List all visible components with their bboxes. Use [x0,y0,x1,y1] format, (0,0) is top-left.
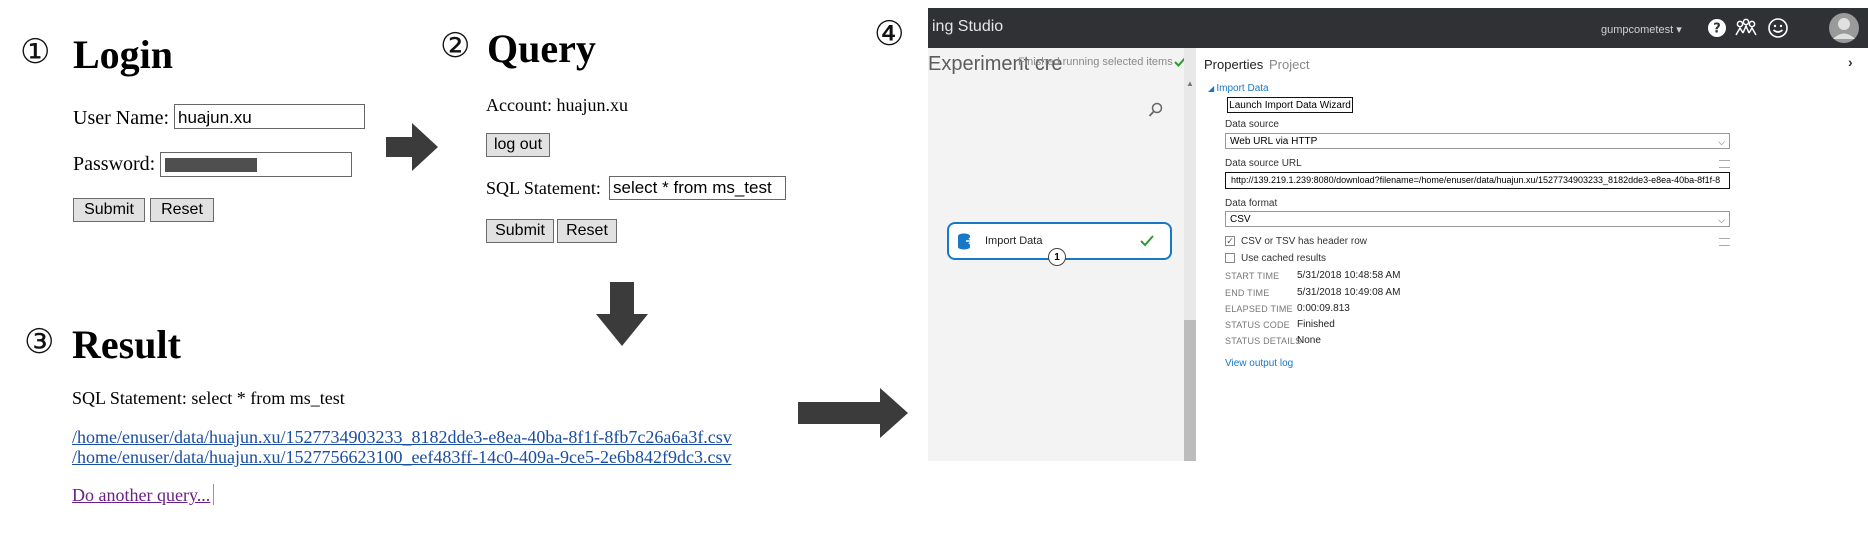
header-row-label: CSV or TSV has header row [1241,236,1367,247]
login-title: Login [73,32,174,77]
result-title: Result [72,322,181,367]
data-format-value: CSV [1230,214,1251,225]
query-reset-button[interactable]: Reset [557,219,617,243]
username-label: User Name: [73,107,170,129]
password-input[interactable] [160,152,352,177]
tab-project[interactable]: Project [1269,57,1309,72]
stat-key-status-code: STATUS CODE [1225,320,1290,330]
chevron-down-icon: ⌵ [1718,215,1725,225]
chevron-down-icon: ⌵ [1718,137,1725,147]
chevron-down-icon: ▾ [1676,24,1682,36]
step-4-number: ④ [874,14,905,54]
tab-properties[interactable]: Properties [1204,57,1263,72]
help-icon[interactable]: ? [1706,17,1728,39]
properties-panel: Properties Project › ◢ Import Data Launc… [1196,48,1868,461]
studio-window: ing Studio gumpcometest ▾ ? Experiment c… [928,8,1868,461]
result-sql-text: SQL Statement: select * from ms_test [72,388,345,408]
section-label: Import Data [1216,83,1269,94]
password-label: Password: [73,153,156,175]
cached-results-checkbox[interactable] [1225,253,1235,263]
collapse-panel-icon[interactable]: › [1848,54,1853,70]
scrollbar-thumb[interactable] [1184,320,1196,461]
module-checkmark-icon [1140,235,1154,247]
arrow-right-icon [386,123,438,171]
data-source-value: Web URL via HTTP [1230,136,1318,147]
community-icon[interactable] [1734,17,1758,39]
step-3-number: ③ [24,322,55,362]
user-menu[interactable]: gumpcometest ▾ [1601,23,1682,36]
studio-topbar: ing Studio gumpcometest ▾ ? [928,8,1868,48]
drag-handle-icon[interactable] [1719,160,1730,168]
username-input[interactable]: huajun.xu [174,104,365,129]
logout-button[interactable]: log out [486,133,550,157]
stat-key-end: END TIME [1225,288,1270,298]
arrow-right-icon [798,388,908,438]
database-icon [958,233,973,250]
stat-value-status-details: None [1297,335,1321,346]
run-status-text: Finished running selected items [1018,56,1173,68]
step-1-number: ① [20,32,51,72]
search-icon[interactable] [1148,102,1164,118]
header-row-checkbox[interactable]: ✓ [1225,236,1235,246]
stat-key-elapsed: ELAPSED TIME [1225,304,1293,314]
login-reset-button[interactable]: Reset [150,198,214,222]
app-title: ing Studio [932,18,1004,35]
cached-results-label: Use cached results [1241,253,1327,264]
output-port[interactable]: 1 [1048,248,1066,266]
result-link-1[interactable]: /home/enuser/data/huajun.xu/152773490323… [72,427,732,447]
another-query-link[interactable]: Do another query... [72,485,210,505]
data-source-select[interactable]: Web URL via HTTP ⌵ [1225,133,1730,149]
arrow-down-icon [596,282,648,346]
avatar[interactable] [1828,12,1860,44]
stat-value-end: 5/31/2018 10:49:08 AM [1297,287,1401,298]
feedback-smiley-icon[interactable] [1766,16,1790,40]
scroll-up-icon[interactable]: ▲ [1186,79,1194,88]
text-cursor [213,484,214,505]
url-label: Data source URL [1225,158,1302,169]
data-source-label: Data source [1225,119,1279,130]
password-mask [165,158,257,172]
canvas-scrollbar[interactable]: ▲ [1184,48,1196,461]
view-output-log-link[interactable]: View output log [1225,358,1293,369]
stat-key-start: START TIME [1225,271,1280,281]
login-submit-button[interactable]: Submit [73,198,145,222]
stat-value-start: 5/31/2018 10:48:58 AM [1297,270,1401,281]
sql-input[interactable]: select * from ms_test [609,176,786,200]
drag-handle-icon[interactable] [1719,238,1730,246]
data-format-label: Data format [1225,198,1278,209]
module-label: Import Data [985,235,1043,247]
user-name: gumpcometest [1601,24,1674,36]
stat-value-elapsed: 0:00:09.813 [1297,303,1350,314]
query-submit-button[interactable]: Submit [486,219,554,243]
stat-value-status-code: Finished [1297,319,1335,330]
stat-key-status-details: STATUS DETAILS [1225,336,1302,346]
launch-wizard-button[interactable]: Launch Import Data Wizard [1227,97,1353,113]
result-link-2[interactable]: /home/enuser/data/huajun.xu/152775662310… [72,447,731,467]
url-input[interactable]: http://139.219.1.239:8080/download?filen… [1225,172,1730,189]
query-title: Query [487,26,596,71]
section-header[interactable]: ◢ Import Data [1208,83,1269,94]
step-2-number: ② [440,26,471,66]
svg-text:?: ? [1713,22,1721,37]
account-text: Account: huajun.xu [486,95,628,115]
data-format-select[interactable]: CSV ⌵ [1225,211,1730,227]
sql-label: SQL Statement: [486,178,601,198]
canvas-panel: Experiment cre Finished running selected… [928,48,1196,461]
